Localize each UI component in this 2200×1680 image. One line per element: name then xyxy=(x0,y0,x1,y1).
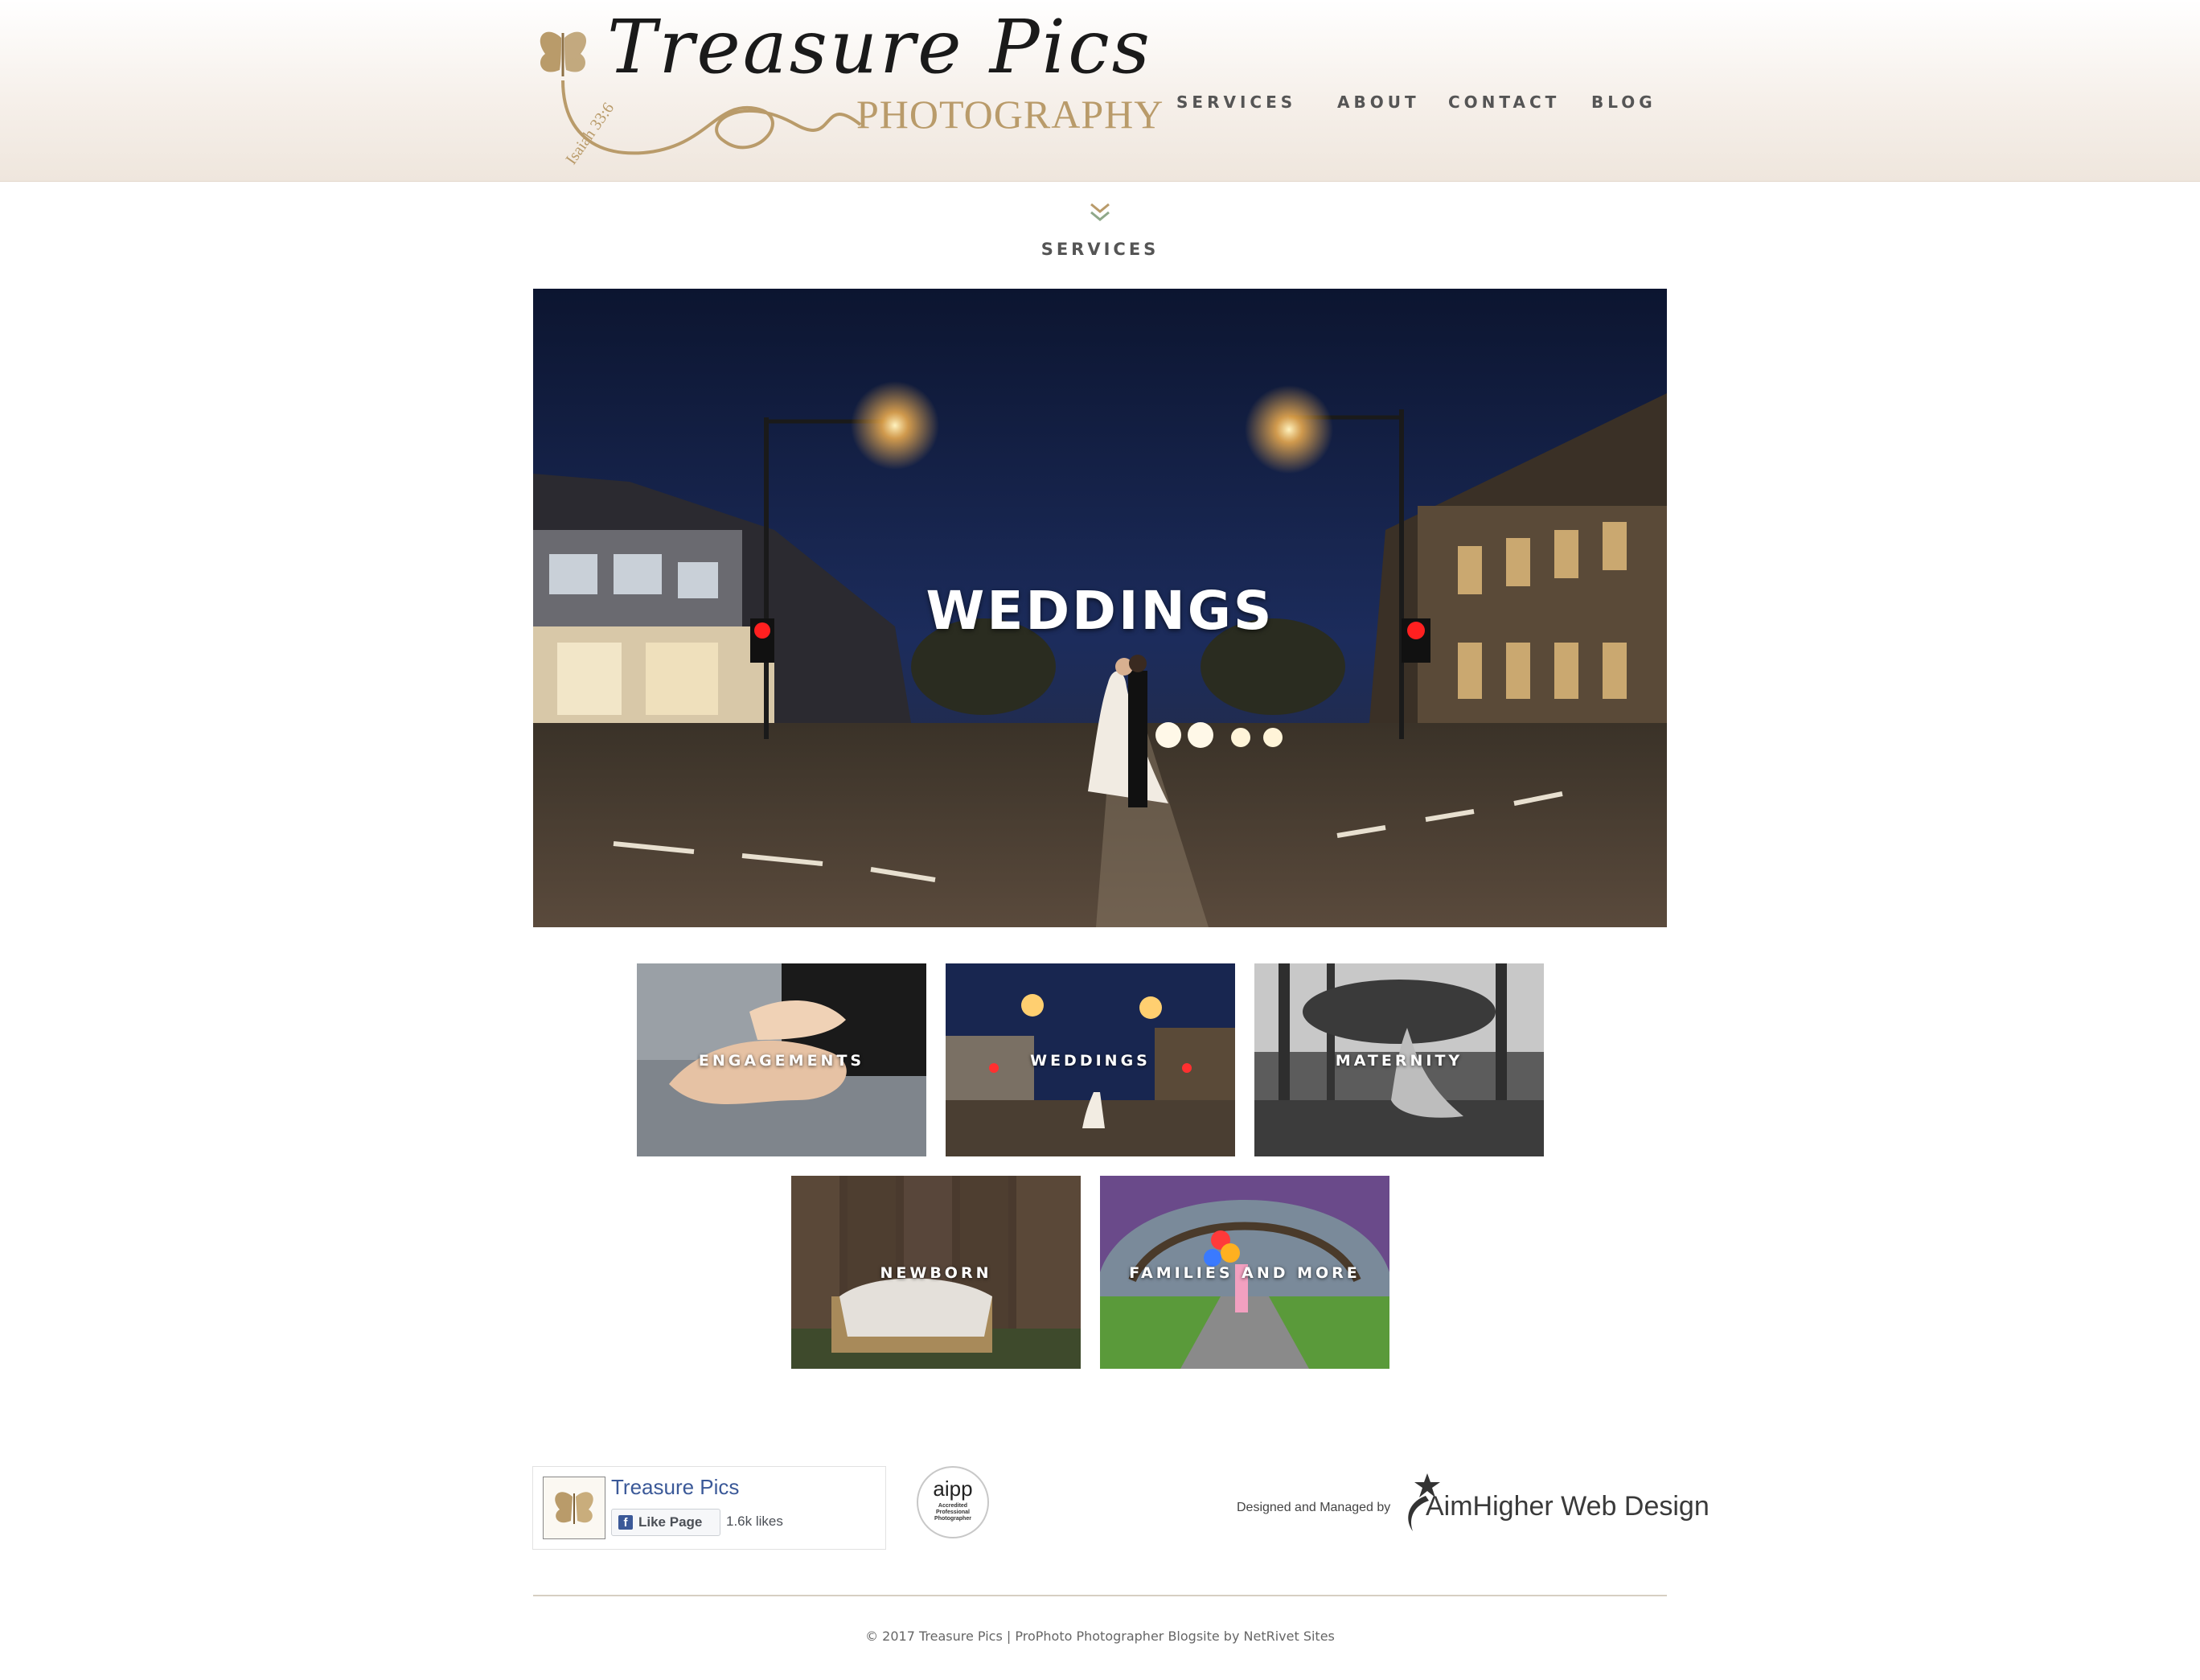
thumbnail-engagements[interactable]: ENGAGEMENTS xyxy=(637,963,926,1156)
aipp-badge-icon[interactable]: aipp Accredited Professional Photographe… xyxy=(916,1465,990,1539)
aipp-badge-line: Professional xyxy=(936,1510,970,1515)
aipp-logo-text: aipp xyxy=(933,1477,972,1501)
facebook-page-name[interactable]: Treasure Pics xyxy=(611,1475,739,1500)
aipp-badge-line: Accredited xyxy=(938,1503,967,1509)
like-button-label: Like Page xyxy=(638,1514,703,1530)
thumbnail-families-and-more[interactable]: FAMILIES AND MORE xyxy=(1100,1176,1389,1369)
nav-about[interactable]: ABOUT xyxy=(1337,92,1420,112)
thumbnail-label: MATERNITY xyxy=(1335,1052,1463,1070)
double-chevron-down-icon xyxy=(1090,203,1110,221)
section-title: SERVICES xyxy=(1040,240,1160,259)
thumbnail-label: FAMILIES AND MORE xyxy=(1129,1264,1361,1282)
thumbnail-label: WEDDINGS xyxy=(1030,1052,1151,1070)
facebook-page-widget: Treasure Pics f Like Page 1.6k likes xyxy=(532,1466,886,1550)
thumbnail-label: ENGAGEMENTS xyxy=(698,1052,865,1070)
facebook-page-avatar[interactable] xyxy=(543,1477,605,1539)
nav-contact[interactable]: CONTACT xyxy=(1448,92,1560,112)
aipp-badge-line: Photographer xyxy=(934,1516,971,1522)
site-header: Treasure Pics PHOTOGRAPHY Isaiah 33:6 SE… xyxy=(0,0,2200,182)
thumbnail-label: NEWBORN xyxy=(880,1264,992,1282)
nav-services[interactable]: SERVICES xyxy=(1176,92,1296,112)
facebook-icon: f xyxy=(618,1515,633,1530)
thumbnail-maternity[interactable]: MATERNITY xyxy=(1254,963,1544,1156)
thumbnail-weddings[interactable]: WEDDINGS xyxy=(946,963,1235,1156)
nav-blog[interactable]: BLOG xyxy=(1591,92,1656,112)
credit-brand: AimHigher Web Design xyxy=(1426,1491,1710,1522)
design-credit[interactable]: Designed and Managed by AimHigher Web De… xyxy=(1237,1473,1710,1538)
thumbnail-newborn[interactable]: NEWBORN xyxy=(791,1176,1081,1369)
footer-copyright: © 2017 Treasure Pics | ProPhoto Photogra… xyxy=(865,1629,1335,1644)
logo-subtitle: PHOTOGRAPHY xyxy=(856,92,1164,137)
footer-divider xyxy=(533,1595,1667,1596)
hero-weddings-image[interactable]: WEDDINGS xyxy=(533,289,1667,927)
hero-label: WEDDINGS xyxy=(926,580,1274,642)
butterfly-icon xyxy=(544,1477,605,1538)
credit-prefix: Designed and Managed by xyxy=(1237,1501,1391,1514)
logo-script-text: Treasure Pics xyxy=(607,4,1152,90)
facebook-likes-count: 1.6k likes xyxy=(726,1514,783,1529)
site-logo[interactable]: Treasure Pics PHOTOGRAPHY Isaiah 33:6 xyxy=(531,4,1163,173)
facebook-like-button[interactable]: f Like Page xyxy=(611,1509,720,1536)
